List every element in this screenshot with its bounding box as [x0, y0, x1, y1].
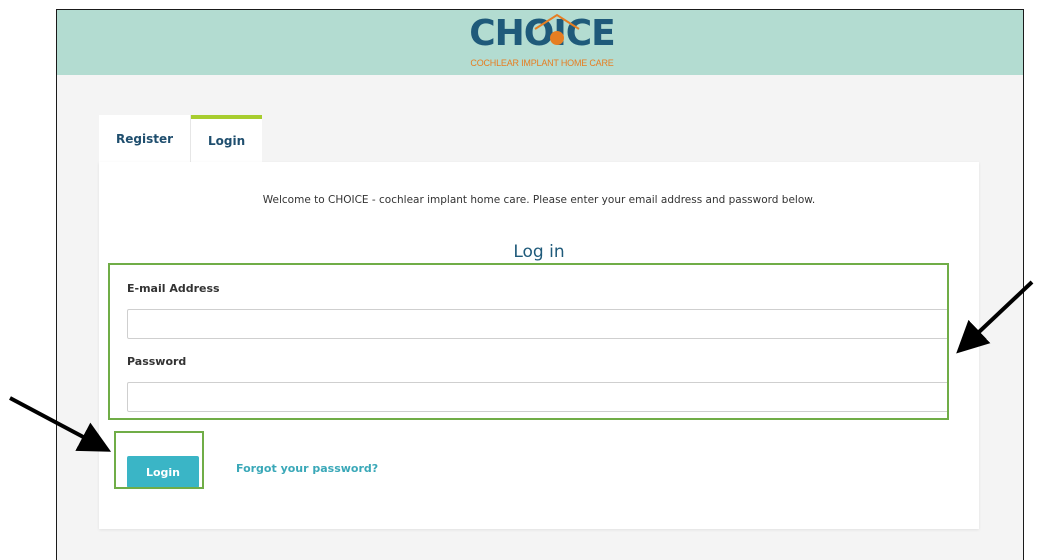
site-header: CHOICE COCHLEAR IMPLANT HOME CARE: [57, 10, 1023, 75]
logo-tagline: COCHLEAR IMPLANT HOME CARE: [470, 58, 614, 68]
button-highlight-box: [114, 431, 204, 489]
forgot-password-link[interactable]: Forgot your password?: [236, 462, 378, 475]
page-title: Log in: [513, 242, 565, 262]
logo-ear-arc-icon: [534, 13, 580, 45]
tab-login[interactable]: Login: [191, 115, 263, 163]
tab-register[interactable]: Register: [99, 115, 192, 163]
fields-highlight-box: [108, 263, 949, 420]
choice-logo[interactable]: CHOICE COCHLEAR IMPLANT HOME CARE: [457, 12, 627, 74]
auth-tabs: Register Login: [99, 115, 263, 163]
welcome-message: Welcome to CHOICE - cochlear implant hom…: [262, 194, 816, 206]
